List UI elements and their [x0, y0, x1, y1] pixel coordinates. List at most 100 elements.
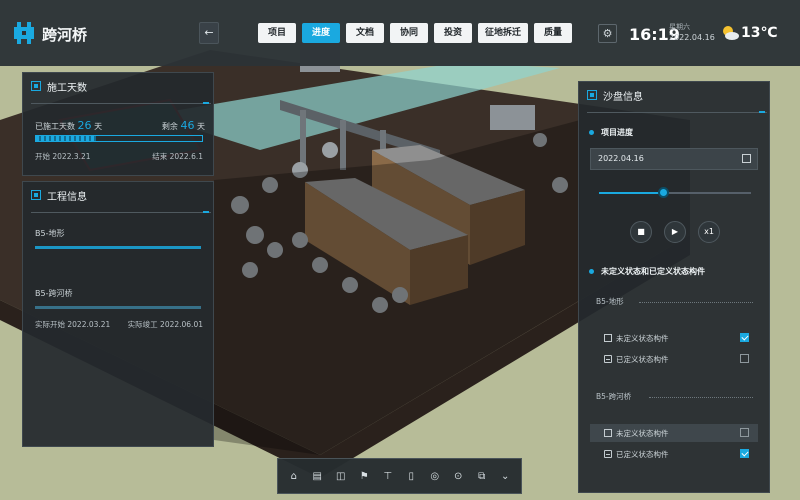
document-icon	[604, 355, 612, 363]
more-down-icon[interactable]: ⌄	[497, 468, 513, 484]
progress-section-title: 项目进度	[589, 127, 633, 138]
layers-icon[interactable]: ▤	[309, 468, 325, 484]
slider-handle[interactable]	[657, 187, 669, 198]
actual-dates: 实际开始 2022.03.21 实际竣工 2022.06.01	[35, 319, 203, 330]
remaining-days: 46	[180, 119, 195, 132]
bottom-toolbar: ⌂ ▤ ◫ ⚑ ⊤ ▯ ◎ ⊙ ⧉ ⌄	[277, 458, 522, 494]
stop-icon: ■	[637, 227, 645, 236]
divider	[587, 112, 767, 113]
section-label: 未定义状态和已定义状态构件	[601, 267, 705, 276]
nav-tab[interactable]: 协同	[390, 23, 428, 43]
project-info-panel: 工程信息 B5-地形 B5-跨河桥 实际开始 2022.03.21 实际竣工 2…	[22, 181, 214, 447]
actual-start-label: 实际开始	[35, 320, 65, 329]
panel-header: 施工天数	[23, 73, 213, 99]
pin-icon[interactable]: ⊙	[450, 468, 466, 484]
actual-start-date: 2022.03.21	[67, 320, 111, 329]
split-icon[interactable]: ◫	[333, 468, 349, 484]
start-date: 2022.3.21	[52, 152, 91, 161]
state-row[interactable]: 已定义状态构件	[590, 445, 758, 463]
logo-icon	[14, 22, 34, 44]
checkbox[interactable]	[740, 354, 749, 363]
slider-fill	[599, 192, 663, 194]
bullet-dot	[589, 130, 594, 135]
remaining-label: 剩余	[161, 122, 178, 131]
bullet-dot	[589, 269, 594, 274]
weekday: 星期六	[669, 23, 690, 31]
panel-header: 沙盘信息	[579, 82, 769, 108]
component-icon	[604, 334, 612, 342]
date-value: 2022.04.16	[598, 154, 644, 163]
construction-progress-bar	[35, 135, 203, 142]
nav-tab[interactable]: 文档	[346, 23, 384, 43]
arrow-left-icon: ←	[204, 26, 214, 39]
pier	[300, 110, 306, 165]
start-label: 开始	[35, 152, 50, 161]
speed-label: x1	[704, 227, 714, 236]
progress-fill	[36, 136, 96, 141]
panel-title: 工程信息	[47, 191, 87, 203]
row-label: 已定义状态构件	[616, 449, 669, 459]
divider-accent	[203, 211, 209, 213]
row-label: 未定义状态构件	[616, 428, 669, 438]
state-row[interactable]: 已定义状态构件	[590, 350, 758, 368]
group-label-bridge: B5-跨河桥	[596, 392, 632, 401]
back-button[interactable]: ←	[199, 22, 219, 44]
elapsed-days: 26	[77, 119, 92, 132]
project-item-bridge[interactable]: B5-跨河桥	[35, 288, 72, 299]
checkbox[interactable]	[740, 428, 749, 437]
nav-tab[interactable]: 投资	[434, 23, 472, 43]
item-progress-bar	[35, 306, 201, 309]
speed-button[interactable]: x1	[698, 221, 720, 243]
section-label: 项目进度	[601, 128, 633, 137]
checkbox[interactable]	[740, 333, 749, 342]
divider-accent	[203, 102, 209, 104]
row-label: 未定义状态构件	[616, 333, 669, 343]
panel-marker-icon	[31, 190, 41, 200]
state-section-title: 未定义状态和已定义状态构件	[589, 266, 705, 277]
unit: 天	[197, 122, 205, 131]
state-row[interactable]: 未定义状态构件	[590, 329, 758, 347]
sandbox-panel: 沙盘信息 项目进度 2022.04.16 ■ ▶ x1 未定义状态和已定义状态构…	[578, 81, 770, 493]
days-summary: 已施工天数 26 天 剩余 46 天	[35, 119, 205, 132]
app-title: 跨河桥	[42, 26, 88, 44]
gear-icon: ⚙	[602, 27, 613, 40]
nav-tab[interactable]: 质量	[534, 23, 573, 43]
home-icon[interactable]: ⌂	[286, 468, 302, 484]
play-button[interactable]: ▶	[664, 221, 686, 243]
page-icon[interactable]: ▯	[403, 468, 419, 484]
panel-header: 工程信息	[23, 182, 213, 208]
divider	[31, 212, 211, 213]
header-date: 2022.04.16	[669, 33, 715, 42]
panel-title: 施工天数	[47, 82, 87, 94]
flag-icon[interactable]: ⚑	[356, 468, 372, 484]
stop-button[interactable]: ■	[630, 221, 652, 243]
dotted-divider	[639, 302, 753, 303]
panel-marker-icon	[587, 90, 597, 100]
document-icon	[604, 450, 612, 458]
timeline-slider[interactable]	[599, 187, 751, 198]
dotted-divider	[649, 397, 753, 398]
state-row[interactable]: 未定义状态构件	[590, 424, 758, 442]
nav-tab[interactable]: 进度	[302, 23, 340, 43]
nav-tab[interactable]: 项目	[258, 23, 296, 43]
calendar-icon[interactable]	[742, 154, 751, 163]
pier	[340, 120, 346, 170]
divider	[31, 103, 211, 104]
date-picker[interactable]: 2022.04.16	[590, 148, 758, 170]
divider-accent	[759, 111, 765, 113]
main-nav: 项目 进度 文档 协同 投资 征地拆迁 质量	[258, 23, 573, 43]
construction-days-panel: 施工天数 已施工天数 26 天 剩余 46 天 开始 2022.3.21 结束 …	[22, 72, 214, 176]
project-item-terrain[interactable]: B5-地形	[35, 228, 64, 239]
settings-button[interactable]: ⚙	[598, 24, 617, 43]
checkbox[interactable]	[740, 449, 749, 458]
nav-tab[interactable]: 征地拆迁	[478, 23, 529, 43]
end-date: 2022.6.1	[169, 152, 203, 161]
sun-cloud-icon	[723, 26, 739, 40]
end-label: 结束	[152, 152, 168, 161]
actual-end-label: 实际竣工	[127, 320, 158, 329]
globe-icon[interactable]: ◎	[427, 468, 443, 484]
copy-icon[interactable]: ⧉	[474, 468, 490, 484]
group-label-terrain: B5-地形	[596, 297, 624, 306]
tree-icon[interactable]: ⊤	[380, 468, 396, 484]
unit: 天	[94, 122, 103, 131]
